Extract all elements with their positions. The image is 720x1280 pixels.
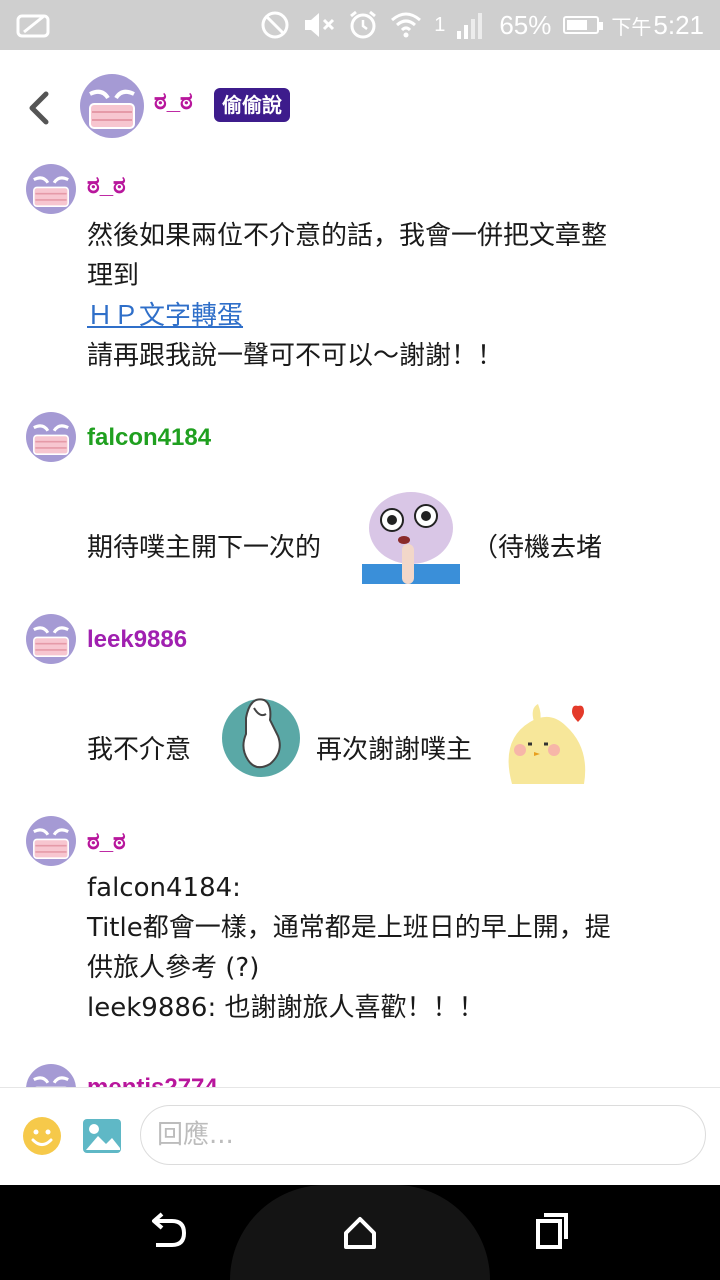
text-line: Title都會一樣，通常都是上班日的早上開，提: [87, 913, 611, 943]
mute-icon: [305, 13, 335, 37]
finger-heart-icon: [222, 698, 300, 777]
home-icon[interactable]: [335, 1207, 385, 1257]
response-username[interactable]: mentis2774: [87, 1074, 218, 1087]
response-text: falcon4184: Title都會一樣，通常都是上班日的早上開，提 供旅人參…: [87, 868, 697, 1028]
response-text: 再次謝謝噗主: [316, 735, 473, 765]
header-title: ಠ_ಠ: [154, 88, 193, 115]
text-line: 然後如果兩位不介意的話，我會一併把文章整: [87, 221, 608, 251]
text-line: falcon4184:: [87, 873, 241, 903]
system-nav-bar: [0, 1185, 720, 1280]
plurk-header: ಠ_ಠ 偷偷說: [0, 50, 720, 160]
response-username[interactable]: ಠ_ಠ: [87, 172, 126, 200]
response-text: 期待噗主開下一次的: [87, 533, 322, 563]
status-bar: 1 65% 下午 5:21: [0, 0, 720, 50]
anonymous-avatar[interactable]: [26, 1064, 76, 1087]
signal-label: 1: [434, 13, 446, 36]
reply-input[interactable]: [140, 1105, 706, 1165]
hp-text-capsule-link[interactable]: ＨＰ文字轉蛋: [87, 301, 243, 331]
response-username[interactable]: ಠ_ಠ: [87, 828, 126, 856]
battery-icon: [563, 16, 604, 34]
text-line: 理到: [87, 261, 140, 291]
recent-apps-icon[interactable]: [528, 1207, 578, 1257]
response-text: 然後如果兩位不介意的話，我會一併把文章整 理到 ＨＰ文字轉蛋 請再跟我說一聲可不…: [87, 216, 697, 376]
response-username[interactable]: falcon4184: [87, 424, 211, 452]
alarm-icon: [350, 10, 377, 39]
image-icon[interactable]: [82, 1116, 122, 1156]
text-line: leek9886: 也謝謝旅人喜歡！！！: [87, 993, 485, 1023]
response-text: 我不介意: [87, 735, 192, 765]
text-line: 供旅人參考 (?): [87, 953, 260, 983]
battery-percent: 65%: [499, 9, 552, 40]
reply-bar: [0, 1087, 720, 1186]
response-username[interactable]: leek9886: [87, 626, 187, 654]
back-arrow-icon[interactable]: [24, 88, 54, 128]
wifi-icon: [391, 12, 422, 38]
whisper-badge: 偷偷說: [214, 88, 290, 122]
anonymous-avatar[interactable]: [80, 74, 144, 138]
notification-icon: [16, 14, 50, 38]
anonymous-avatar[interactable]: [26, 614, 76, 664]
response-list: ಠ_ಠ 然後如果兩位不介意的話，我會一併把文章整 理到 ＨＰ文字轉蛋 請再跟我說…: [0, 160, 720, 1087]
do-not-disturb-icon: [261, 11, 289, 39]
finn-pleading-icon: [362, 486, 460, 584]
anonymous-avatar[interactable]: [26, 164, 76, 214]
text-line: 請再跟我說一聲可不可以～謝謝！！: [87, 341, 504, 371]
signal-icon: [457, 13, 483, 39]
anonymous-avatar[interactable]: [26, 412, 76, 462]
clock: 5:21: [653, 9, 704, 40]
anonymous-avatar[interactable]: [26, 816, 76, 866]
back-icon[interactable]: [142, 1207, 192, 1257]
emoji-icon[interactable]: [22, 1116, 62, 1156]
response-text: （待機去堵: [472, 533, 603, 563]
time-prefix: 下午: [611, 16, 652, 39]
chick-heart-icon: [508, 704, 586, 784]
